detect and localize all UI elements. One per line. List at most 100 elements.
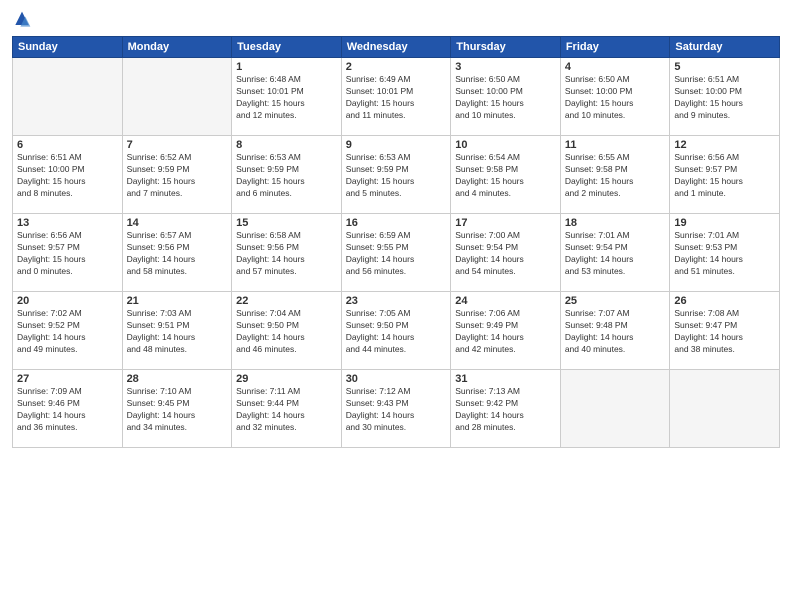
day-info: Sunrise: 6:51 AM Sunset: 10:00 PM Daylig… bbox=[674, 74, 775, 122]
calendar-cell: 11Sunrise: 6:55 AM Sunset: 9:58 PM Dayli… bbox=[560, 136, 670, 214]
day-number: 30 bbox=[346, 373, 447, 385]
day-info: Sunrise: 7:02 AM Sunset: 9:52 PM Dayligh… bbox=[17, 308, 118, 356]
weekday-header-thursday: Thursday bbox=[451, 37, 561, 58]
day-number: 31 bbox=[455, 373, 556, 385]
calendar-cell: 17Sunrise: 7:00 AM Sunset: 9:54 PM Dayli… bbox=[451, 214, 561, 292]
day-number: 21 bbox=[127, 295, 228, 307]
calendar-cell: 9Sunrise: 6:53 AM Sunset: 9:59 PM Daylig… bbox=[341, 136, 451, 214]
calendar-cell: 5Sunrise: 6:51 AM Sunset: 10:00 PM Dayli… bbox=[670, 58, 780, 136]
logo-icon bbox=[12, 10, 32, 30]
calendar-cell: 29Sunrise: 7:11 AM Sunset: 9:44 PM Dayli… bbox=[232, 370, 342, 448]
day-info: Sunrise: 6:52 AM Sunset: 9:59 PM Dayligh… bbox=[127, 152, 228, 200]
day-info: Sunrise: 7:08 AM Sunset: 9:47 PM Dayligh… bbox=[674, 308, 775, 356]
calendar-cell bbox=[560, 370, 670, 448]
day-info: Sunrise: 6:56 AM Sunset: 9:57 PM Dayligh… bbox=[674, 152, 775, 200]
day-number: 16 bbox=[346, 217, 447, 229]
day-info: Sunrise: 7:10 AM Sunset: 9:45 PM Dayligh… bbox=[127, 386, 228, 434]
calendar-cell: 20Sunrise: 7:02 AM Sunset: 9:52 PM Dayli… bbox=[13, 292, 123, 370]
header bbox=[12, 10, 780, 30]
calendar-cell: 31Sunrise: 7:13 AM Sunset: 9:42 PM Dayli… bbox=[451, 370, 561, 448]
day-info: Sunrise: 6:57 AM Sunset: 9:56 PM Dayligh… bbox=[127, 230, 228, 278]
calendar-cell: 25Sunrise: 7:07 AM Sunset: 9:48 PM Dayli… bbox=[560, 292, 670, 370]
calendar-cell: 16Sunrise: 6:59 AM Sunset: 9:55 PM Dayli… bbox=[341, 214, 451, 292]
calendar-row-1: 1Sunrise: 6:48 AM Sunset: 10:01 PM Dayli… bbox=[13, 58, 780, 136]
calendar-cell bbox=[670, 370, 780, 448]
calendar-row-4: 20Sunrise: 7:02 AM Sunset: 9:52 PM Dayli… bbox=[13, 292, 780, 370]
day-number: 25 bbox=[565, 295, 666, 307]
day-number: 18 bbox=[565, 217, 666, 229]
day-info: Sunrise: 7:05 AM Sunset: 9:50 PM Dayligh… bbox=[346, 308, 447, 356]
calendar-cell: 14Sunrise: 6:57 AM Sunset: 9:56 PM Dayli… bbox=[122, 214, 232, 292]
day-info: Sunrise: 7:00 AM Sunset: 9:54 PM Dayligh… bbox=[455, 230, 556, 278]
day-info: Sunrise: 7:07 AM Sunset: 9:48 PM Dayligh… bbox=[565, 308, 666, 356]
day-number: 10 bbox=[455, 139, 556, 151]
calendar-cell: 26Sunrise: 7:08 AM Sunset: 9:47 PM Dayli… bbox=[670, 292, 780, 370]
day-info: Sunrise: 7:13 AM Sunset: 9:42 PM Dayligh… bbox=[455, 386, 556, 434]
day-info: Sunrise: 6:59 AM Sunset: 9:55 PM Dayligh… bbox=[346, 230, 447, 278]
calendar-cell: 3Sunrise: 6:50 AM Sunset: 10:00 PM Dayli… bbox=[451, 58, 561, 136]
day-number: 1 bbox=[236, 61, 337, 73]
day-number: 14 bbox=[127, 217, 228, 229]
day-info: Sunrise: 6:49 AM Sunset: 10:01 PM Daylig… bbox=[346, 74, 447, 122]
day-info: Sunrise: 7:01 AM Sunset: 9:54 PM Dayligh… bbox=[565, 230, 666, 278]
day-number: 17 bbox=[455, 217, 556, 229]
day-info: Sunrise: 7:04 AM Sunset: 9:50 PM Dayligh… bbox=[236, 308, 337, 356]
calendar-cell: 22Sunrise: 7:04 AM Sunset: 9:50 PM Dayli… bbox=[232, 292, 342, 370]
weekday-header-wednesday: Wednesday bbox=[341, 37, 451, 58]
day-number: 8 bbox=[236, 139, 337, 151]
calendar-cell: 24Sunrise: 7:06 AM Sunset: 9:49 PM Dayli… bbox=[451, 292, 561, 370]
calendar-cell: 6Sunrise: 6:51 AM Sunset: 10:00 PM Dayli… bbox=[13, 136, 123, 214]
day-info: Sunrise: 6:58 AM Sunset: 9:56 PM Dayligh… bbox=[236, 230, 337, 278]
day-info: Sunrise: 6:56 AM Sunset: 9:57 PM Dayligh… bbox=[17, 230, 118, 278]
calendar-cell: 28Sunrise: 7:10 AM Sunset: 9:45 PM Dayli… bbox=[122, 370, 232, 448]
day-info: Sunrise: 7:01 AM Sunset: 9:53 PM Dayligh… bbox=[674, 230, 775, 278]
calendar-row-3: 13Sunrise: 6:56 AM Sunset: 9:57 PM Dayli… bbox=[13, 214, 780, 292]
calendar-cell: 1Sunrise: 6:48 AM Sunset: 10:01 PM Dayli… bbox=[232, 58, 342, 136]
logo bbox=[12, 10, 36, 30]
calendar-cell: 7Sunrise: 6:52 AM Sunset: 9:59 PM Daylig… bbox=[122, 136, 232, 214]
calendar-cell: 10Sunrise: 6:54 AM Sunset: 9:58 PM Dayli… bbox=[451, 136, 561, 214]
day-number: 13 bbox=[17, 217, 118, 229]
calendar-cell: 8Sunrise: 6:53 AM Sunset: 9:59 PM Daylig… bbox=[232, 136, 342, 214]
calendar-cell: 18Sunrise: 7:01 AM Sunset: 9:54 PM Dayli… bbox=[560, 214, 670, 292]
day-number: 4 bbox=[565, 61, 666, 73]
page: SundayMondayTuesdayWednesdayThursdayFrid… bbox=[0, 0, 792, 612]
calendar-cell: 12Sunrise: 6:56 AM Sunset: 9:57 PM Dayli… bbox=[670, 136, 780, 214]
day-info: Sunrise: 6:54 AM Sunset: 9:58 PM Dayligh… bbox=[455, 152, 556, 200]
day-number: 26 bbox=[674, 295, 775, 307]
day-number: 24 bbox=[455, 295, 556, 307]
day-number: 19 bbox=[674, 217, 775, 229]
day-info: Sunrise: 6:51 AM Sunset: 10:00 PM Daylig… bbox=[17, 152, 118, 200]
calendar-row-2: 6Sunrise: 6:51 AM Sunset: 10:00 PM Dayli… bbox=[13, 136, 780, 214]
day-info: Sunrise: 7:03 AM Sunset: 9:51 PM Dayligh… bbox=[127, 308, 228, 356]
calendar-cell: 27Sunrise: 7:09 AM Sunset: 9:46 PM Dayli… bbox=[13, 370, 123, 448]
day-number: 3 bbox=[455, 61, 556, 73]
day-info: Sunrise: 7:12 AM Sunset: 9:43 PM Dayligh… bbox=[346, 386, 447, 434]
day-info: Sunrise: 6:50 AM Sunset: 10:00 PM Daylig… bbox=[455, 74, 556, 122]
day-info: Sunrise: 7:09 AM Sunset: 9:46 PM Dayligh… bbox=[17, 386, 118, 434]
day-info: Sunrise: 6:48 AM Sunset: 10:01 PM Daylig… bbox=[236, 74, 337, 122]
calendar-cell: 15Sunrise: 6:58 AM Sunset: 9:56 PM Dayli… bbox=[232, 214, 342, 292]
day-number: 15 bbox=[236, 217, 337, 229]
day-info: Sunrise: 6:53 AM Sunset: 9:59 PM Dayligh… bbox=[346, 152, 447, 200]
calendar: SundayMondayTuesdayWednesdayThursdayFrid… bbox=[12, 36, 780, 448]
day-number: 9 bbox=[346, 139, 447, 151]
day-number: 2 bbox=[346, 61, 447, 73]
day-number: 5 bbox=[674, 61, 775, 73]
day-number: 29 bbox=[236, 373, 337, 385]
day-number: 6 bbox=[17, 139, 118, 151]
day-number: 27 bbox=[17, 373, 118, 385]
weekday-header-tuesday: Tuesday bbox=[232, 37, 342, 58]
day-number: 7 bbox=[127, 139, 228, 151]
day-info: Sunrise: 7:11 AM Sunset: 9:44 PM Dayligh… bbox=[236, 386, 337, 434]
calendar-cell bbox=[13, 58, 123, 136]
day-info: Sunrise: 6:50 AM Sunset: 10:00 PM Daylig… bbox=[565, 74, 666, 122]
calendar-cell: 2Sunrise: 6:49 AM Sunset: 10:01 PM Dayli… bbox=[341, 58, 451, 136]
day-info: Sunrise: 7:06 AM Sunset: 9:49 PM Dayligh… bbox=[455, 308, 556, 356]
calendar-cell: 30Sunrise: 7:12 AM Sunset: 9:43 PM Dayli… bbox=[341, 370, 451, 448]
weekday-header-row: SundayMondayTuesdayWednesdayThursdayFrid… bbox=[13, 37, 780, 58]
day-number: 12 bbox=[674, 139, 775, 151]
calendar-cell: 4Sunrise: 6:50 AM Sunset: 10:00 PM Dayli… bbox=[560, 58, 670, 136]
day-number: 11 bbox=[565, 139, 666, 151]
day-info: Sunrise: 6:55 AM Sunset: 9:58 PM Dayligh… bbox=[565, 152, 666, 200]
